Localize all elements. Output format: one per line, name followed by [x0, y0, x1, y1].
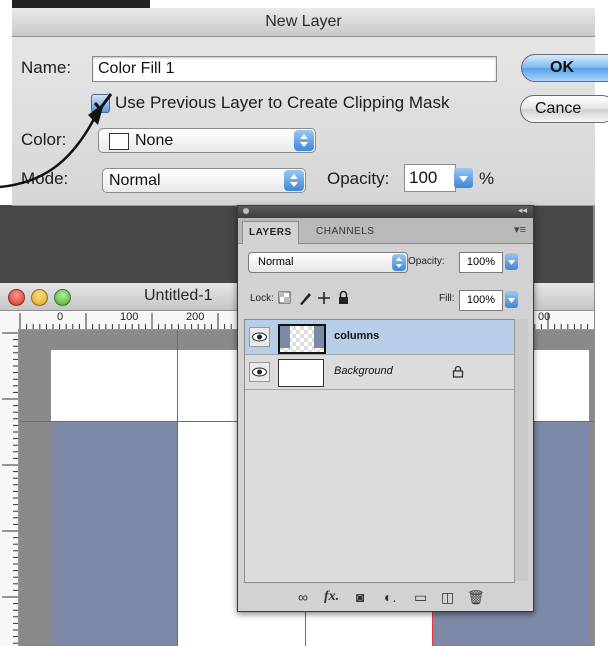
ruler-label-100: 100 [120, 311, 139, 323]
dropdown-stepper-icon [284, 170, 304, 191]
fill-label: Fill: [439, 293, 455, 304]
close-window-button[interactable] [8, 289, 25, 306]
color-dropdown[interactable]: None [98, 128, 316, 153]
opacity-label: Opacity: [327, 169, 390, 188]
lock-options [278, 290, 348, 305]
layer-name: Background [334, 365, 393, 377]
name-label: Name: [21, 58, 72, 77]
mode-dropdown[interactable]: Normal [102, 168, 306, 193]
tab-layers[interactable]: LAYERS [242, 221, 299, 244]
visibility-eye-icon[interactable] [249, 362, 270, 382]
lock-position-icon[interactable] [318, 292, 330, 304]
ruler-ticks-vertical [2, 332, 18, 644]
fill-arrow-button[interactable] [505, 291, 518, 308]
panel-footer: ∞ fx. ◙ ◐. ▭ ◫ 🗑 [238, 583, 533, 611]
opacity-arrow-button[interactable] [505, 253, 518, 270]
visibility-eye-icon[interactable] [249, 327, 270, 347]
opacity-unit: % [479, 169, 495, 188]
panel-opacity-label: Opacity: [408, 256, 445, 267]
layers-scrollbar[interactable] [514, 319, 528, 581]
vertical-ruler[interactable] [0, 329, 19, 646]
layer-thumbnail [278, 359, 324, 387]
zoom-window-button[interactable] [54, 289, 71, 306]
ok-button[interactable]: OK [521, 54, 608, 82]
adjustment-icon[interactable]: ◐. [384, 589, 396, 605]
lock-transparency-icon[interactable] [278, 291, 291, 304]
layer-row-background[interactable]: Background [245, 355, 514, 390]
new-layer-icon[interactable]: ◫ [441, 589, 454, 606]
chevron-down-icon [508, 260, 515, 265]
panel-menu-icon[interactable]: ▾≡ [514, 223, 526, 236]
lock-label: Lock: [250, 293, 274, 304]
layer-name: columns [334, 330, 380, 342]
collapse-icon[interactable]: ◂◂ [518, 205, 527, 216]
thumbnail-column [280, 326, 290, 348]
dropdown-stepper-icon [392, 254, 406, 271]
layers-panel: ◂◂ LAYERS CHANNELS ▾≡ Normal Opacity: 10… [237, 205, 534, 612]
lock-icon [452, 365, 464, 378]
color-value: None [135, 132, 174, 149]
chevron-down-icon [459, 176, 468, 182]
ruler-label-end: 00 [538, 311, 551, 323]
panel-tab-bar: LAYERS CHANNELS ▾≡ [238, 218, 533, 244]
chevron-down-icon [508, 298, 515, 303]
annotation-arrow-icon [0, 103, 104, 189]
folder-icon[interactable]: ▭ [414, 589, 427, 606]
layers-list: columns Background [244, 319, 515, 583]
guide-vertical[interactable] [177, 330, 178, 646]
dropdown-stepper-icon [294, 130, 314, 151]
fx-icon[interactable]: fx. [324, 589, 339, 605]
ruler-label-0: 0 [57, 311, 64, 323]
opacity-input[interactable]: 100 [404, 164, 456, 192]
layer-name-input[interactable]: Color Fill 1 [92, 56, 497, 82]
panel-close-icon[interactable] [243, 208, 249, 214]
fill-input[interactable]: 100% [459, 290, 503, 311]
minimize-window-button[interactable] [31, 289, 48, 306]
ruler-label-200: 200 [186, 311, 205, 323]
panel-opacity-input[interactable]: 100% [459, 252, 503, 273]
layer-thumbnail [278, 324, 326, 354]
layer-row-columns[interactable]: columns [245, 320, 514, 355]
lock-pixels-icon[interactable] [300, 293, 311, 305]
clipping-mask-label: Use Previous Layer to Create Clipping Ma… [115, 93, 450, 112]
tab-channels[interactable]: CHANNELS [310, 221, 380, 243]
panel-drag-bar[interactable]: ◂◂ [238, 205, 533, 218]
column-shape-left [51, 421, 178, 646]
opacity-slider-button[interactable] [454, 168, 473, 188]
document-title: Untitled-1 [144, 287, 213, 304]
cancel-button[interactable]: Cance [520, 95, 608, 123]
link-icon[interactable]: ∞ [298, 589, 308, 605]
blend-mode-value: Normal [258, 256, 294, 268]
dialog-title: New Layer [265, 13, 342, 30]
mask-icon[interactable]: ◙ [356, 589, 364, 605]
lock-all-icon[interactable] [339, 290, 348, 305]
top-margin [150, 0, 608, 8]
thumbnail-column [314, 326, 324, 348]
trash-icon[interactable]: 🗑 [467, 589, 485, 606]
blend-mode-dropdown[interactable]: Normal [248, 252, 408, 273]
dialog-titlebar[interactable]: New Layer [12, 8, 595, 37]
